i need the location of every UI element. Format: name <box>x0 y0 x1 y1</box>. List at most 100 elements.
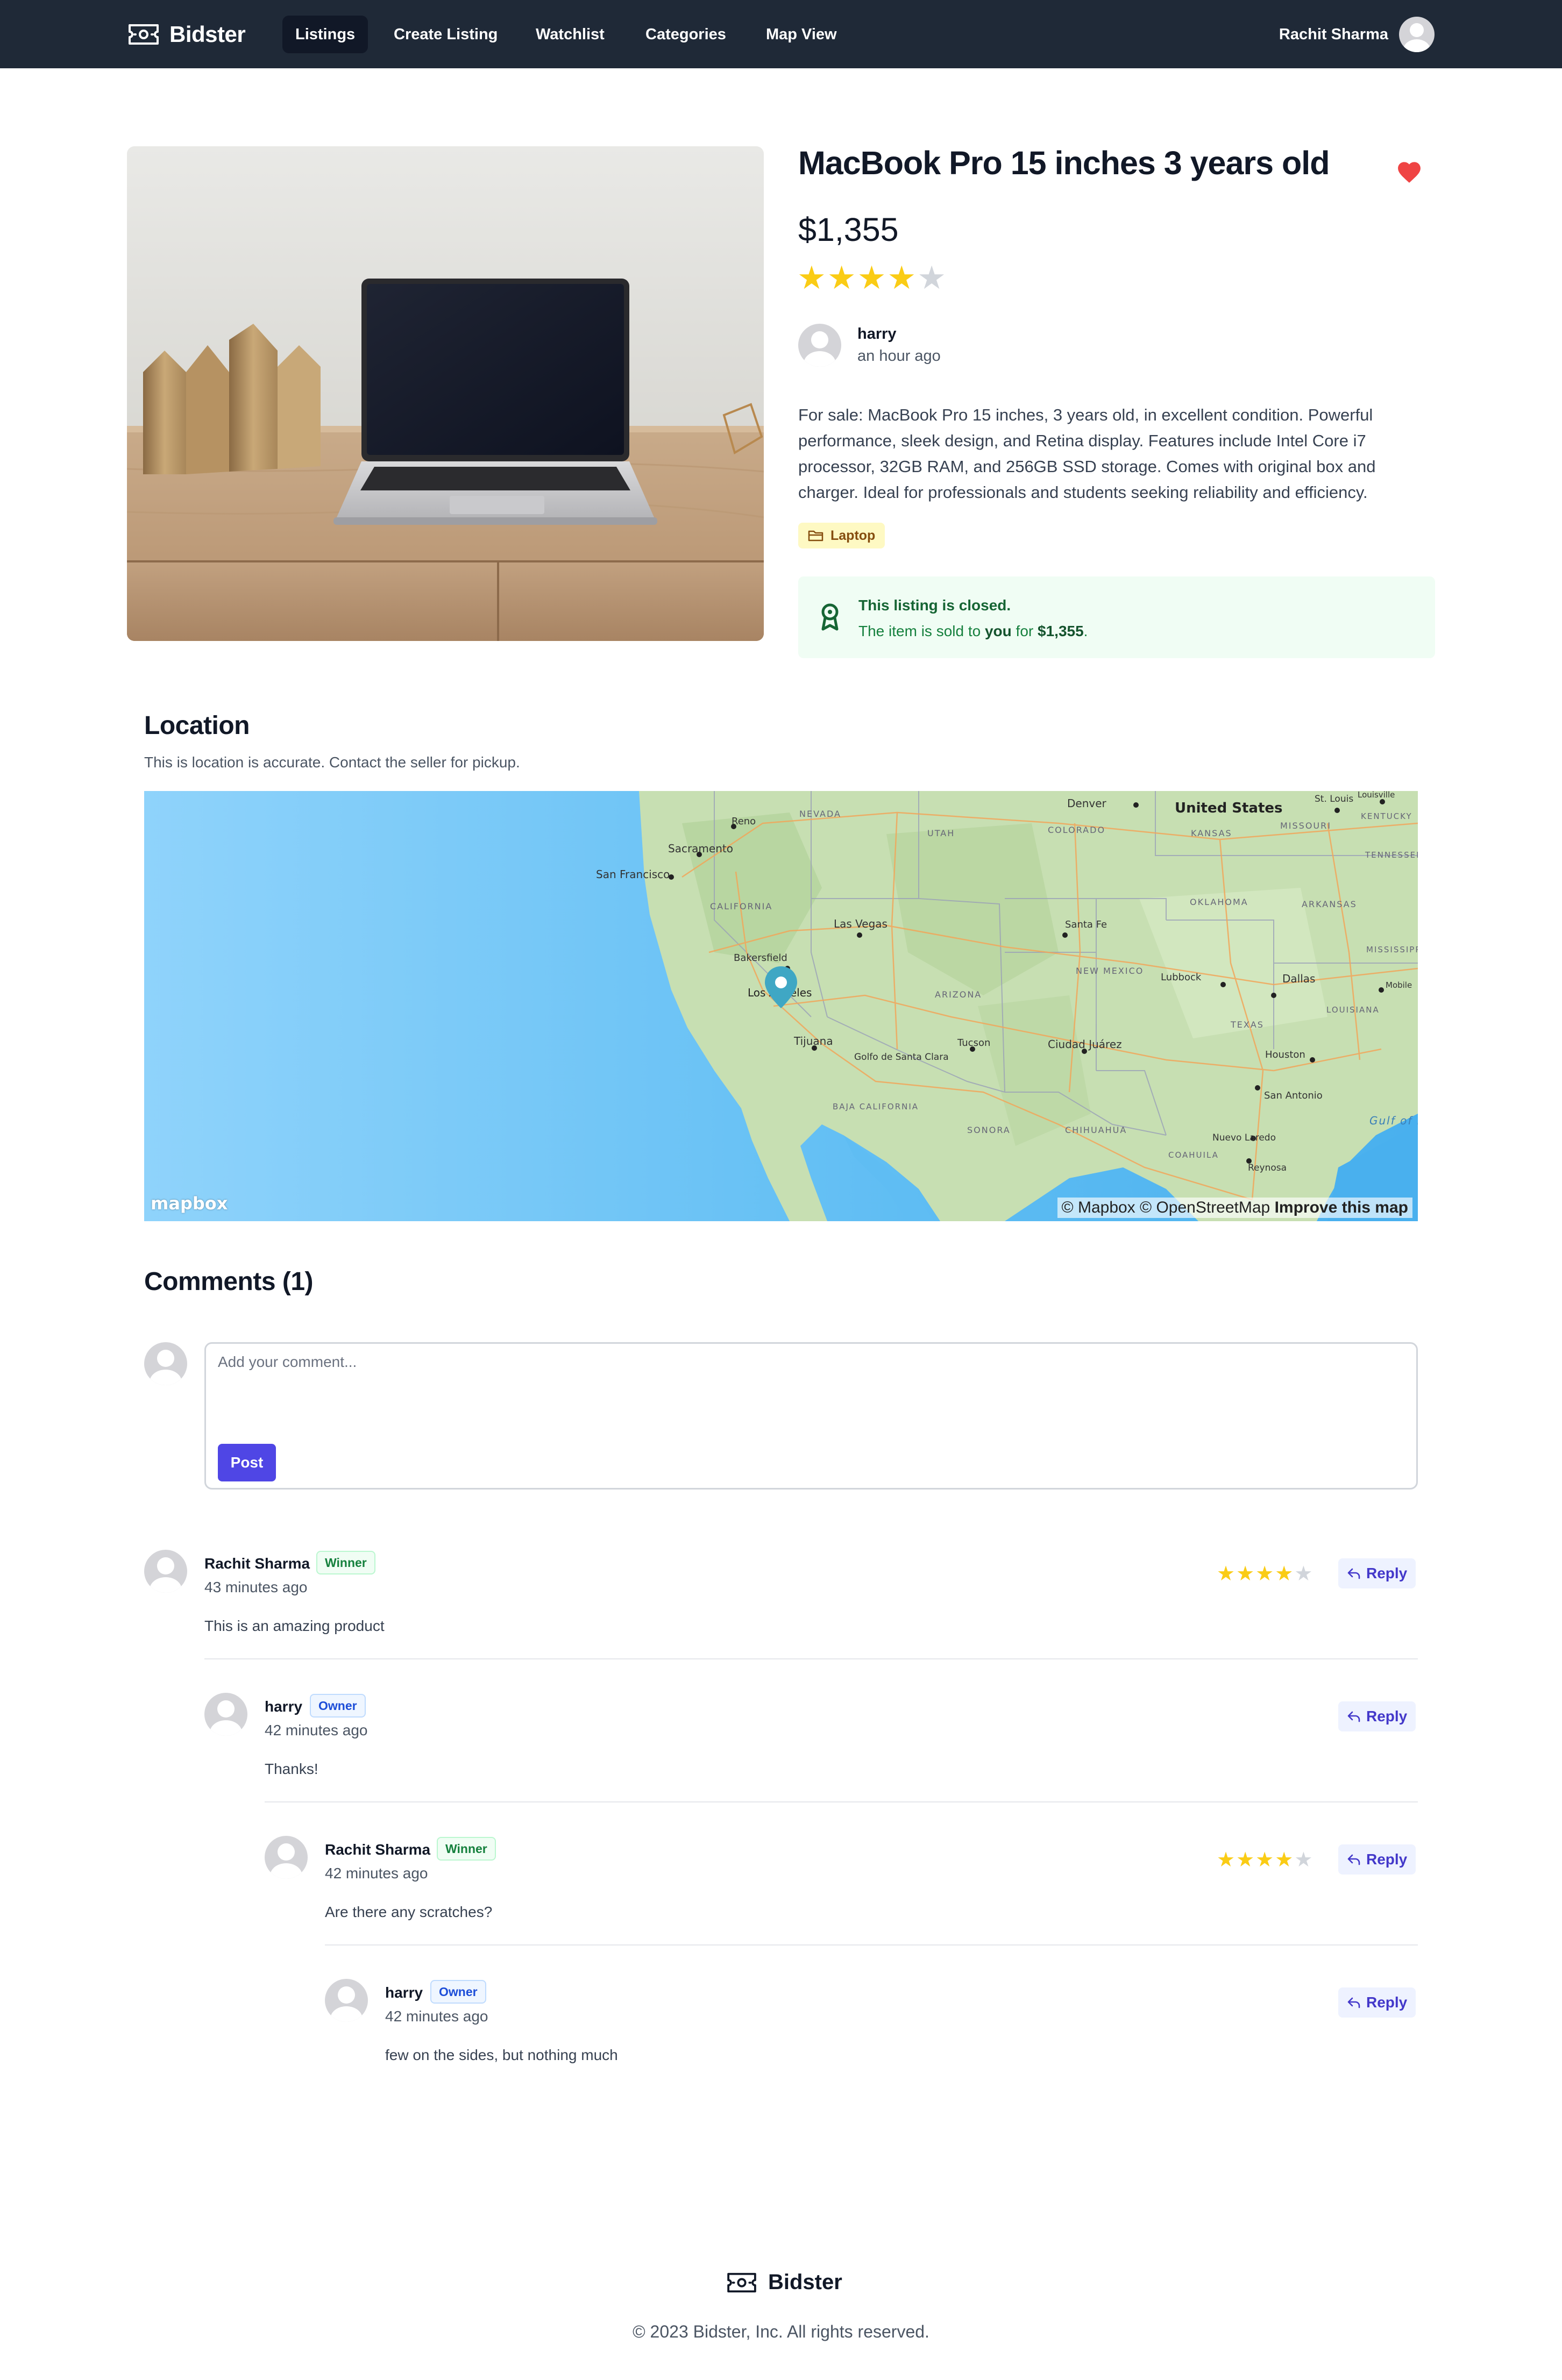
star-icon: ★ <box>1217 1849 1237 1871</box>
commenter-name: harry <box>265 1698 303 1715</box>
location-subtitle: This is location is accurate. Contact th… <box>144 754 520 771</box>
reply-button[interactable]: Reply <box>1338 1701 1416 1731</box>
comment-time: 42 minutes ago <box>385 2008 488 2025</box>
ticket-money-icon <box>727 2272 756 2292</box>
reply-button[interactable]: Reply <box>1338 1844 1416 1875</box>
star-icon: ★ <box>857 260 888 296</box>
owner-badge: Owner <box>310 1694 366 1718</box>
map-label: Houston <box>1265 1049 1305 1060</box>
closed-buyer: you <box>984 623 1012 639</box>
map-label: Reno <box>732 816 756 827</box>
map-label: Sacramento <box>668 842 733 855</box>
map-label: Dallas <box>1282 972 1315 985</box>
comment-text: This is an amazing product <box>204 1617 385 1634</box>
star-icon: ★ <box>1294 1849 1314 1871</box>
user-name: Rachit Sharma <box>1279 25 1388 43</box>
map-label: Nuevo Laredo <box>1212 1132 1276 1143</box>
listing-closed-alert: This listing is closed. The item is sold… <box>798 576 1435 658</box>
folder-icon <box>808 530 823 541</box>
location-map[interactable]: United States Denver St. Louis Louisvill… <box>144 791 1418 1221</box>
nav-create-listing[interactable]: Create Listing <box>381 16 510 53</box>
category-tag[interactable]: Laptop <box>798 523 885 548</box>
footer-brand[interactable]: Bidster <box>726 2270 842 2295</box>
nav-map-view[interactable]: Map View <box>753 16 850 53</box>
nav-listings[interactable]: Listings <box>282 16 368 53</box>
map-label: Lubbock <box>1161 972 1202 983</box>
map-label: Reynosa <box>1248 1163 1287 1173</box>
star-icon: ★ <box>1294 1563 1314 1585</box>
comments-heading: Comments (1) <box>144 1267 314 1296</box>
star-icon: ★ <box>1236 1849 1256 1871</box>
commenter-name: Rachit Sharma <box>325 1841 431 1858</box>
map-label: San Francisco <box>596 868 670 881</box>
map-label: BAJA CALIFORNIA <box>833 1102 919 1111</box>
map-label: TENNESSEE <box>1365 850 1418 860</box>
comment-rating: ★ ★ ★ ★ ★ <box>1217 1848 1314 1872</box>
map-label: Louisville <box>1358 791 1395 800</box>
current-user-avatar <box>144 1342 187 1385</box>
seller-info: harry an hour ago <box>798 324 941 367</box>
comment-placeholder: Add your comment... <box>218 1353 357 1370</box>
map-label: KENTUCKY <box>1361 811 1412 821</box>
map-label: MISSISSIPPI <box>1366 945 1418 954</box>
closed-amount: $1,355 <box>1038 623 1084 639</box>
improve-map-link[interactable]: Improve this map <box>1275 1199 1408 1216</box>
map-label: MISSOURI <box>1280 821 1331 831</box>
comment-input[interactable]: Add your comment... Post <box>204 1342 1418 1490</box>
commenter-avatar <box>144 1550 187 1593</box>
map-label: KANSAS <box>1191 828 1232 838</box>
star-icon: ★ <box>1275 1563 1295 1585</box>
star-icon: ★ <box>1236 1563 1256 1585</box>
map-label: Ciudad Juárez <box>1048 1038 1122 1051</box>
star-icon: ★ <box>917 260 947 296</box>
star-icon: ★ <box>1275 1849 1295 1871</box>
comment-rating: ★ ★ ★ ★ ★ <box>1217 1562 1314 1586</box>
user-avatar[interactable] <box>1399 17 1435 52</box>
commenter-avatar <box>325 1979 368 2022</box>
seller-time: an hour ago <box>857 347 941 365</box>
comment-time: 42 minutes ago <box>325 1865 428 1882</box>
listing-image <box>127 146 764 641</box>
heart-icon[interactable] <box>1395 159 1423 184</box>
reply-arrow-icon <box>1347 1854 1360 1865</box>
winner-badge: Winner <box>316 1551 375 1574</box>
seller-avatar <box>798 324 841 367</box>
closed-message: The item is sold to you for $1,355. <box>858 623 1088 640</box>
user-menu[interactable]: Rachit Sharma <box>1279 16 1435 53</box>
reply-button[interactable]: Reply <box>1338 1558 1416 1588</box>
map-label: ARIZONA <box>935 989 982 1000</box>
nav-watchlist[interactable]: Watchlist <box>523 16 617 53</box>
map-label: United States <box>1175 800 1283 816</box>
brand-name: Bidster <box>169 22 246 47</box>
nav-categories[interactable]: Categories <box>633 16 739 53</box>
location-heading: Location <box>144 711 250 740</box>
award-ribbon-icon <box>821 603 839 631</box>
reply-label: Reply <box>1366 1994 1408 2011</box>
map-label: UTAH <box>927 828 955 838</box>
reply-arrow-icon <box>1347 1568 1360 1579</box>
map-label: NEVADA <box>799 809 841 819</box>
map-attribution-text[interactable]: © Mapbox © OpenStreetMap <box>1062 1199 1270 1216</box>
map-label: San Antonio <box>1264 1090 1323 1101</box>
comment-text: Thanks! <box>265 1761 318 1777</box>
map-label: NEW MEXICO <box>1076 966 1144 976</box>
reply-label: Reply <box>1366 1565 1408 1581</box>
brand-logo[interactable]: Bidster <box>127 19 246 49</box>
map-label: Santa Fe <box>1065 919 1107 930</box>
reply-label: Reply <box>1366 1851 1408 1868</box>
reply-arrow-icon <box>1347 1997 1360 2008</box>
post-button[interactable]: Post <box>218 1444 276 1481</box>
map-label: Tijuana <box>793 1035 833 1048</box>
closed-title: This listing is closed. <box>858 597 1011 614</box>
commenter-avatar <box>204 1693 247 1736</box>
map-label: COLORADO <box>1048 825 1105 835</box>
star-icon: ★ <box>1255 1849 1275 1871</box>
comment-divider <box>325 1944 1418 1946</box>
category-label: Laptop <box>830 528 876 543</box>
listing-price: $1,355 <box>798 211 899 248</box>
reply-button[interactable]: Reply <box>1338 1987 1416 2018</box>
mapbox-logo[interactable]: mapbox <box>151 1193 228 1214</box>
map-label: Golfo de Santa Clara <box>854 1052 949 1063</box>
listing-description: For sale: MacBook Pro 15 inches, 3 years… <box>798 405 1376 502</box>
comment-text: Are there any scratches? <box>325 1904 493 1920</box>
